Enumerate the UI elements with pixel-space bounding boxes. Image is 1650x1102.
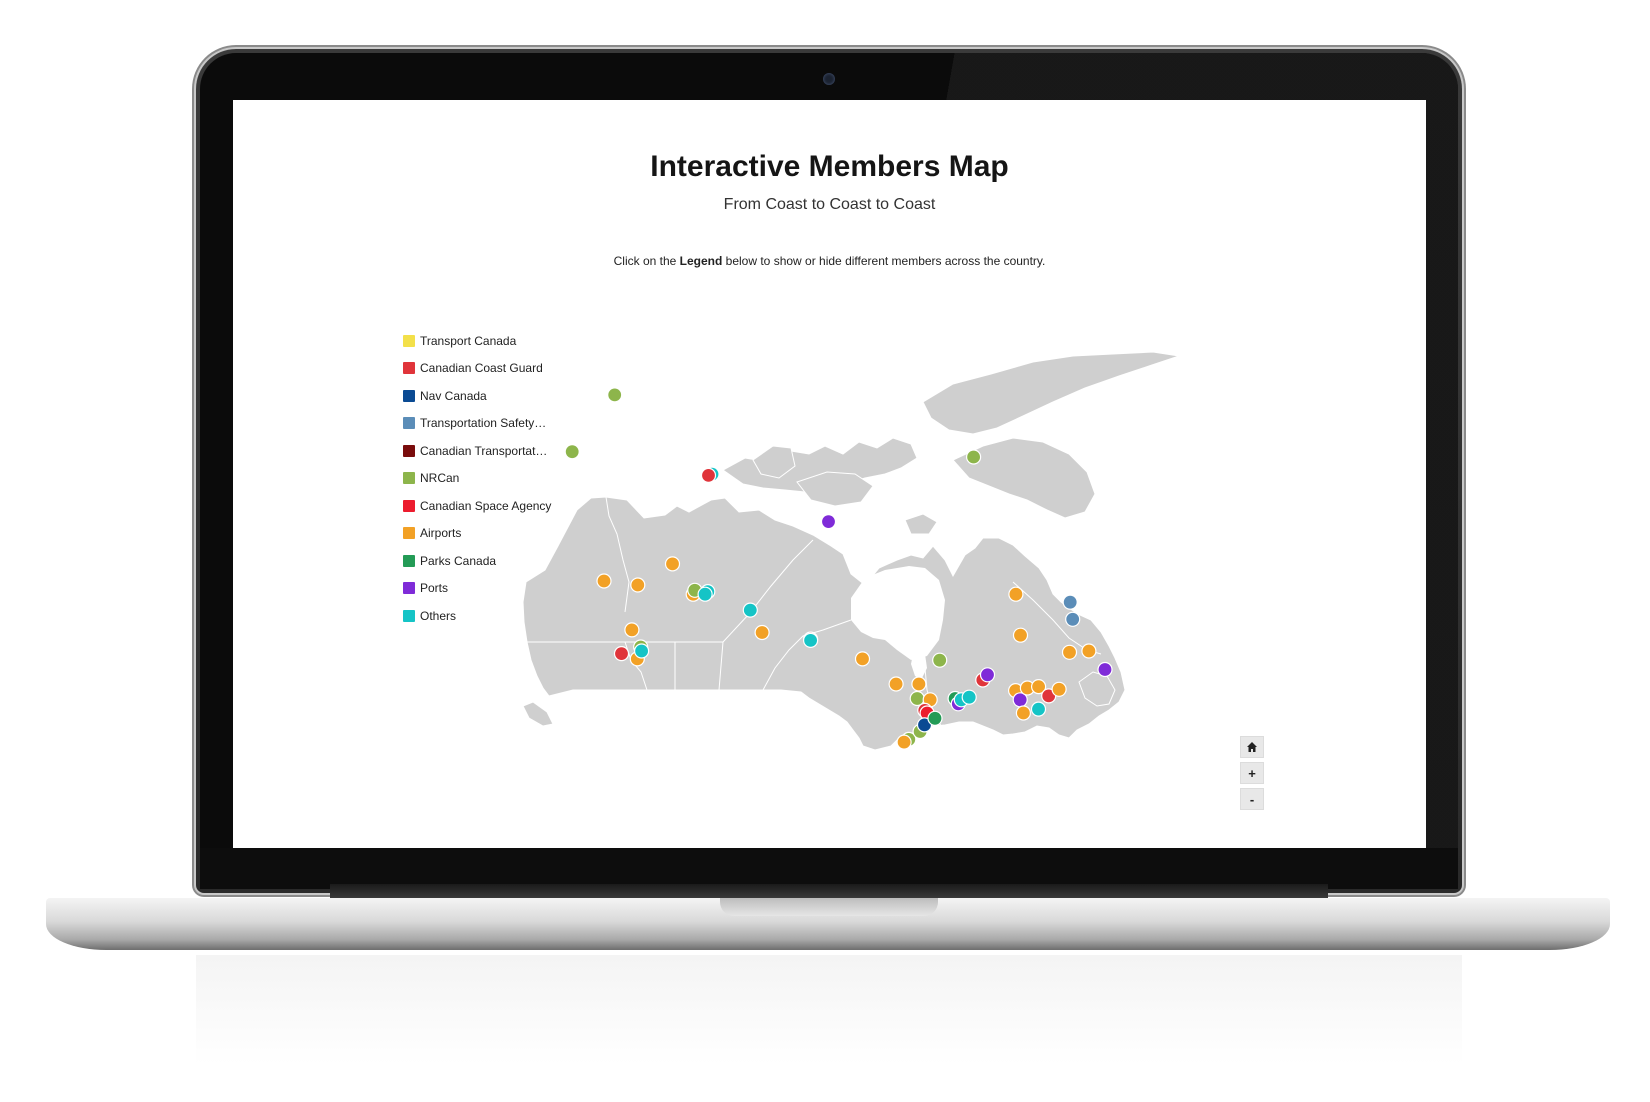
map-marker[interactable] (1062, 594, 1078, 610)
legend-swatch (403, 389, 415, 402)
map-marker[interactable] (961, 689, 977, 705)
map-marker[interactable] (697, 586, 713, 602)
map-marker[interactable] (854, 651, 871, 667)
map-marker[interactable] (979, 667, 996, 683)
legend-label: Nav Canada (420, 388, 487, 403)
home-icon-shape (1247, 742, 1257, 752)
vancouver-island (522, 701, 554, 727)
page-subtitle: From Coast to Coast to Coast (723, 196, 936, 213)
legend-swatch (403, 527, 415, 540)
home-button[interactable] (1240, 736, 1264, 758)
map-marker[interactable] (1097, 661, 1113, 678)
map-marker[interactable] (966, 449, 982, 465)
zoom-in-button[interactable]: + (1240, 762, 1264, 784)
instruction-legend-word: Legend (679, 254, 723, 268)
map-marker[interactable] (564, 444, 580, 460)
map-marker[interactable] (634, 643, 650, 659)
map-marker[interactable] (1081, 643, 1097, 659)
legend-label: Transport Canada (420, 333, 517, 348)
map-marker[interactable] (742, 602, 758, 618)
map-marker[interactable] (607, 387, 623, 403)
map-marker[interactable] (888, 676, 904, 692)
map-marker[interactable] (1051, 681, 1067, 697)
camera-icon (823, 73, 835, 85)
map-marker[interactable] (803, 632, 819, 648)
map-marker[interactable] (754, 624, 770, 641)
legend-label: Airports (420, 526, 462, 541)
map-controls: + - (1240, 736, 1264, 814)
canada-landmass (522, 351, 1180, 750)
map-marker[interactable] (624, 622, 640, 638)
screen: Interactive Members Map From Coast to Co… (233, 100, 1426, 848)
map-marker[interactable] (1015, 705, 1031, 721)
legend-swatch (403, 362, 415, 375)
laptop-reflection (196, 955, 1462, 1065)
southampton-island (904, 513, 938, 535)
map-canvas[interactable] (513, 350, 1213, 750)
map-marker[interactable] (630, 577, 646, 593)
legend-swatch (403, 554, 415, 567)
map-marker[interactable] (927, 710, 943, 726)
page-title: Interactive Members Map (650, 150, 1009, 183)
legend-label: NRCan (420, 471, 460, 486)
map-marker[interactable] (896, 734, 912, 750)
ellesmere-island (922, 351, 1180, 435)
legend-swatch (403, 582, 415, 595)
legend-swatch (403, 444, 415, 457)
map-marker[interactable] (1030, 701, 1047, 717)
map-marker[interactable] (613, 646, 630, 662)
legend-label: Others (420, 608, 457, 623)
home-icon (1247, 742, 1257, 752)
legend-swatch (403, 472, 415, 485)
map-marker[interactable] (911, 676, 927, 692)
instruction-text-start: Click on the (613, 254, 680, 268)
map-marker[interactable] (1065, 611, 1081, 627)
map-marker[interactable] (700, 467, 717, 484)
map-marker[interactable] (932, 652, 948, 668)
legend-label: Parks Canada (420, 553, 497, 568)
map-marker[interactable] (596, 573, 612, 589)
legend-swatch (403, 609, 415, 622)
map-marker[interactable] (1061, 644, 1078, 660)
instruction-text: Click on the Legend below to show or hid… (233, 254, 1426, 268)
map-marker[interactable] (1012, 627, 1029, 643)
map-marker[interactable] (1008, 586, 1024, 602)
laptop-hinge (330, 884, 1328, 898)
legend-swatch (403, 417, 415, 430)
legend-swatch (403, 499, 415, 512)
instruction-text-end: below to show or hide different members … (722, 254, 1046, 268)
bezel-bottom (200, 848, 1458, 889)
laptop-notch (720, 898, 938, 916)
legend-label: Ports (420, 581, 449, 596)
zoom-out-button[interactable]: - (1240, 788, 1264, 810)
legend-swatch (403, 334, 415, 347)
canada-map[interactable] (513, 350, 1213, 750)
map-marker[interactable] (820, 514, 837, 530)
map-marker[interactable] (664, 556, 681, 572)
